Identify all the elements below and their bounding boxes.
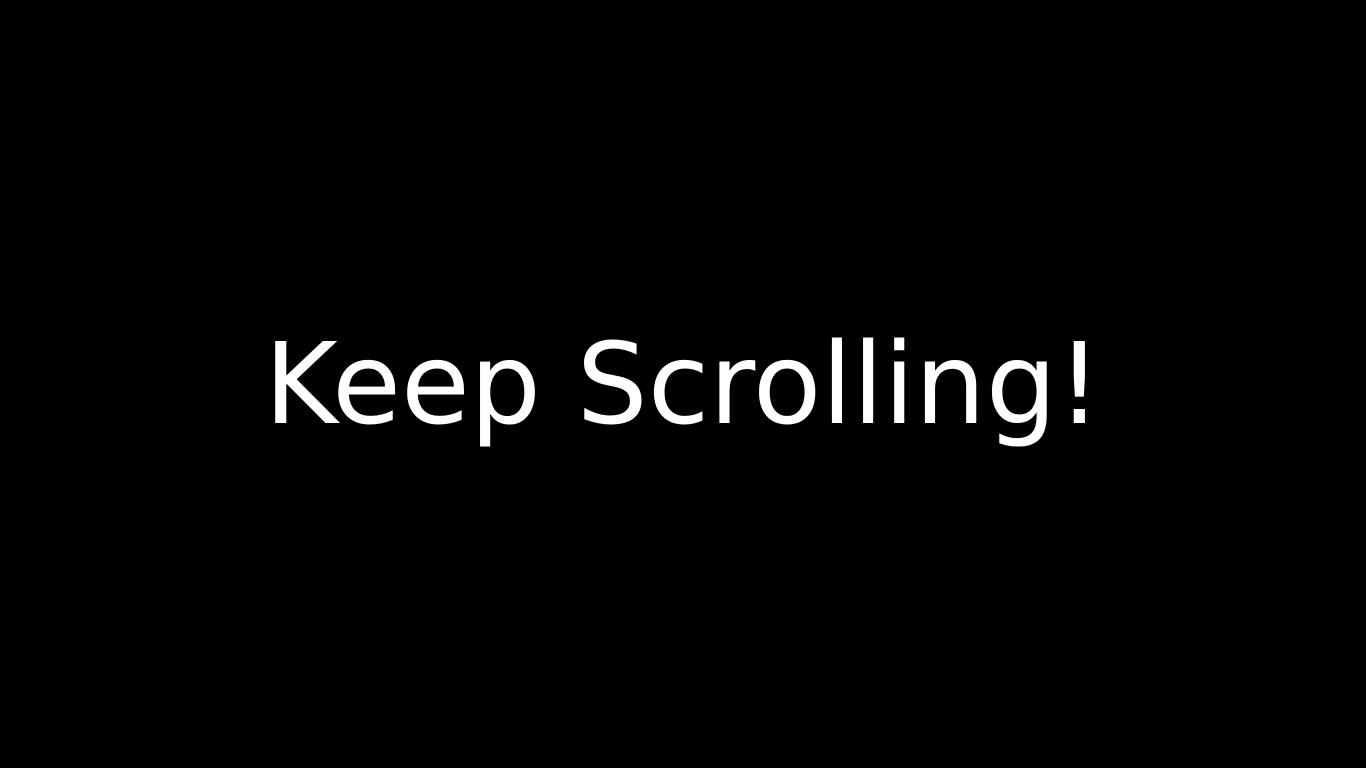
scroll-screen: Keep Scrolling!	[0, 0, 1366, 768]
keep-scrolling-headline: Keep Scrolling!	[264, 320, 1102, 450]
